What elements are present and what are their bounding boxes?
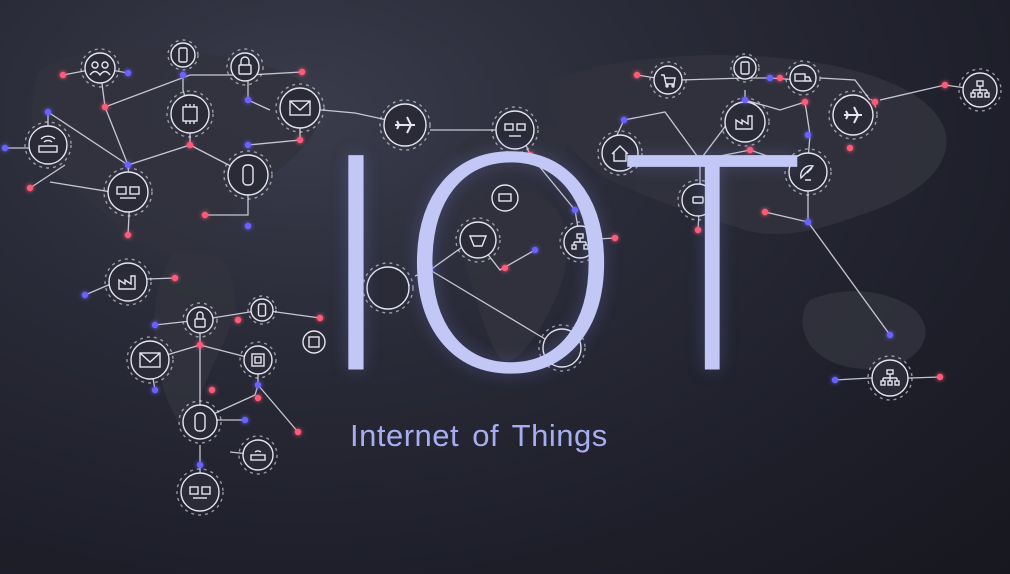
cpu-chip-icon xyxy=(239,341,277,379)
router-icon xyxy=(238,435,278,475)
iot-banner: IOT Internet of Things xyxy=(0,0,1010,574)
lock-icon xyxy=(226,48,264,86)
network-hierarchy-icon xyxy=(958,68,1002,112)
iot-headline: IOT xyxy=(312,97,804,440)
iot-subtitle: Internet of Things xyxy=(350,418,608,453)
factory-icon xyxy=(104,258,152,306)
shopping-cart-icon xyxy=(649,61,687,99)
computers-icon xyxy=(176,468,224,516)
network-hierarchy-icon xyxy=(867,355,913,401)
phone-icon xyxy=(247,295,277,325)
